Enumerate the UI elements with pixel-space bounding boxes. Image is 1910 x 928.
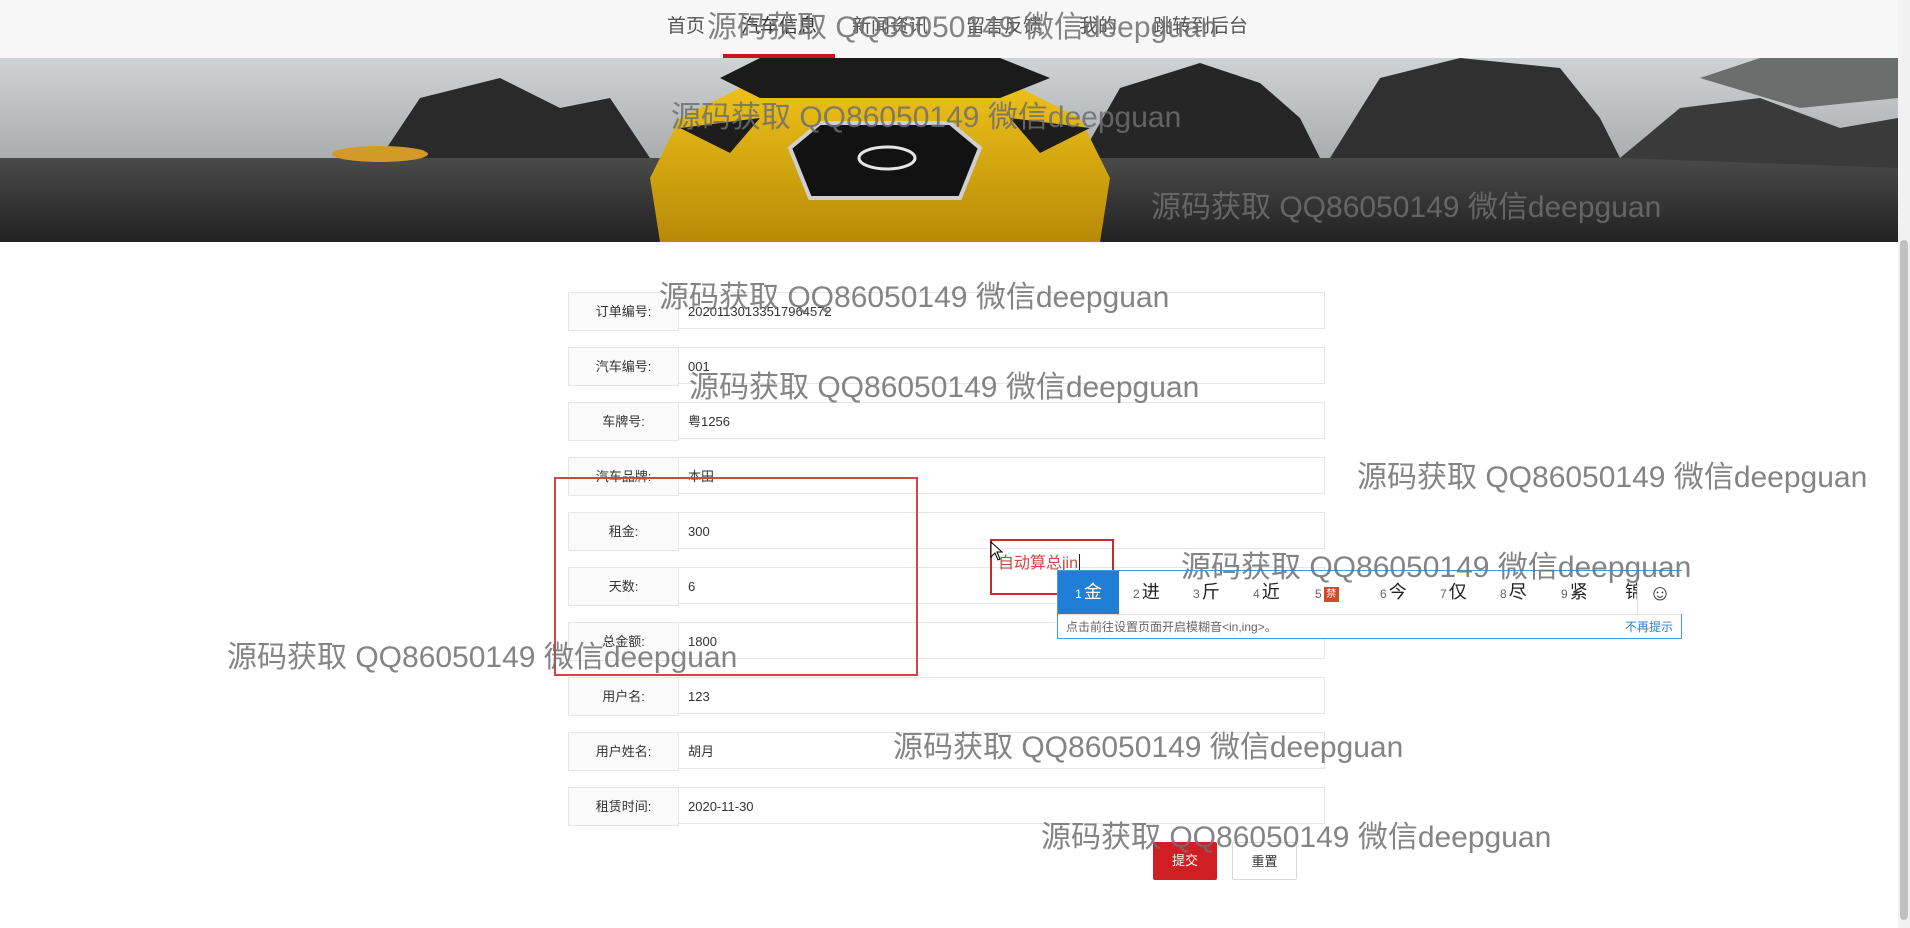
ime-candidate-text: 紧 — [1569, 582, 1588, 602]
realname-label: 用户姓名: — [568, 732, 679, 771]
banner-image — [0, 58, 1898, 242]
ime-candidate-number: 8 — [1500, 587, 1507, 601]
ime-candidate-2[interactable]: 2进 — [1133, 571, 1160, 614]
plate-input[interactable]: 粤1256 — [678, 402, 1325, 439]
emoji-icon[interactable]: ☺ — [1637, 571, 1682, 614]
ime-candidate-7[interactable]: 7仅 — [1440, 571, 1467, 614]
ime-candidate-number: 5 — [1315, 587, 1322, 601]
ime-candidate-8[interactable]: 8尽 — [1500, 571, 1527, 614]
plate-label: 车牌号: — [568, 402, 679, 441]
ime-candidate-4[interactable]: 4近 — [1253, 571, 1280, 614]
order-no-input[interactable]: 20201130133517964572 — [678, 292, 1325, 329]
ime-candidate-number: 9 — [1561, 587, 1568, 601]
realname-input[interactable]: 胡月 — [678, 732, 1325, 769]
username-label: 用户名: — [568, 677, 679, 716]
ime-candidate-number: 4 — [1253, 587, 1260, 601]
annotation-box-highlight — [554, 477, 918, 676]
nav-item-news[interactable]: 新闻资讯 — [852, 0, 928, 58]
order-no-label: 订单编号: — [568, 292, 679, 331]
nav-item-admin[interactable]: 跳转到后台 — [1153, 0, 1248, 58]
form-row-car-no: 汽车编号: 001 — [568, 347, 1327, 386]
ime-candidate-1[interactable]: 1金 — [1058, 571, 1119, 614]
form-row-rent-date: 租赁时间: 2020-11-30 — [568, 787, 1327, 826]
form-row-username: 用户名: 123 — [568, 677, 1327, 716]
form-row-realname: 用户姓名: 胡月 — [568, 732, 1327, 771]
rent-date-input[interactable]: 2020-11-30 — [678, 787, 1325, 824]
car-no-input[interactable]: 001 — [678, 347, 1325, 384]
username-input[interactable]: 123 — [678, 677, 1325, 714]
reset-button[interactable]: 重置 — [1232, 842, 1297, 880]
ime-candidate-text: 仅 — [1448, 582, 1467, 602]
ime-candidate-number: 6 — [1380, 587, 1387, 601]
ime-candidate-bar: 1金 2进 3斤 4近 5禁 6今 7仅 8尽 9紧 锦 ☺ — [1058, 571, 1682, 615]
form-row-plate: 车牌号: 粤1256 — [568, 402, 1327, 441]
watermark-text: 源码获取 QQ86050149 微信deepguan — [1357, 461, 1868, 494]
car-banner-illustration — [0, 58, 1898, 242]
ime-candidate-popup: 1金 2进 3斤 4近 5禁 6今 7仅 8尽 9紧 锦 ☺ 点击前往设置页面开… — [1057, 570, 1682, 639]
ime-candidate-text: 近 — [1261, 582, 1280, 602]
ime-dismiss-link[interactable]: 不再提示 — [1625, 618, 1673, 635]
ime-tip-text: 点击前往设置页面开启模糊音<in,ing>。 — [1066, 620, 1277, 634]
nav-item-cars[interactable]: 汽车信息 — [741, 0, 817, 58]
submit-button[interactable]: 提交 — [1153, 842, 1217, 880]
ime-candidate-9[interactable]: 9紧 — [1561, 571, 1588, 614]
scrollbar-thumb[interactable] — [1900, 240, 1908, 920]
nav-item-home[interactable]: 首页 — [667, 0, 705, 58]
ime-candidate-text: 今 — [1388, 582, 1407, 602]
ime-candidate-text: 斤 — [1201, 582, 1220, 602]
ime-candidate-3[interactable]: 3斤 — [1193, 571, 1220, 614]
nav-item-mine[interactable]: 我的 — [1079, 0, 1117, 58]
ime-candidate-number: 1 — [1075, 587, 1082, 601]
ime-candidate-6[interactable]: 6今 — [1380, 571, 1407, 614]
rent-date-label: 租赁时间: — [568, 787, 679, 826]
ime-candidate-text: 尽 — [1508, 582, 1527, 602]
ime-candidate-text: 进 — [1141, 582, 1160, 602]
ime-candidate-number: 2 — [1133, 587, 1140, 601]
page-scrollbar[interactable] — [1898, 0, 1910, 928]
ime-candidate-5[interactable]: 5禁 — [1315, 571, 1339, 614]
ime-candidate-badge: 禁 — [1323, 587, 1339, 602]
ime-candidate-number: 3 — [1193, 587, 1200, 601]
top-navbar: 首页 汽车信息 新闻资讯 留言反馈 我的 跳转到后台 — [0, 0, 1910, 59]
ime-candidate-text: 金 — [1083, 582, 1102, 602]
nav-item-feedback[interactable]: 留言反馈 — [966, 0, 1042, 58]
mouse-cursor-icon — [990, 541, 1004, 561]
car-no-label: 汽车编号: — [568, 347, 679, 386]
form-row-order-no: 订单编号: 20201130133517964572 — [568, 292, 1327, 331]
text-caret — [1079, 554, 1081, 571]
ime-candidate-number: 7 — [1440, 587, 1447, 601]
